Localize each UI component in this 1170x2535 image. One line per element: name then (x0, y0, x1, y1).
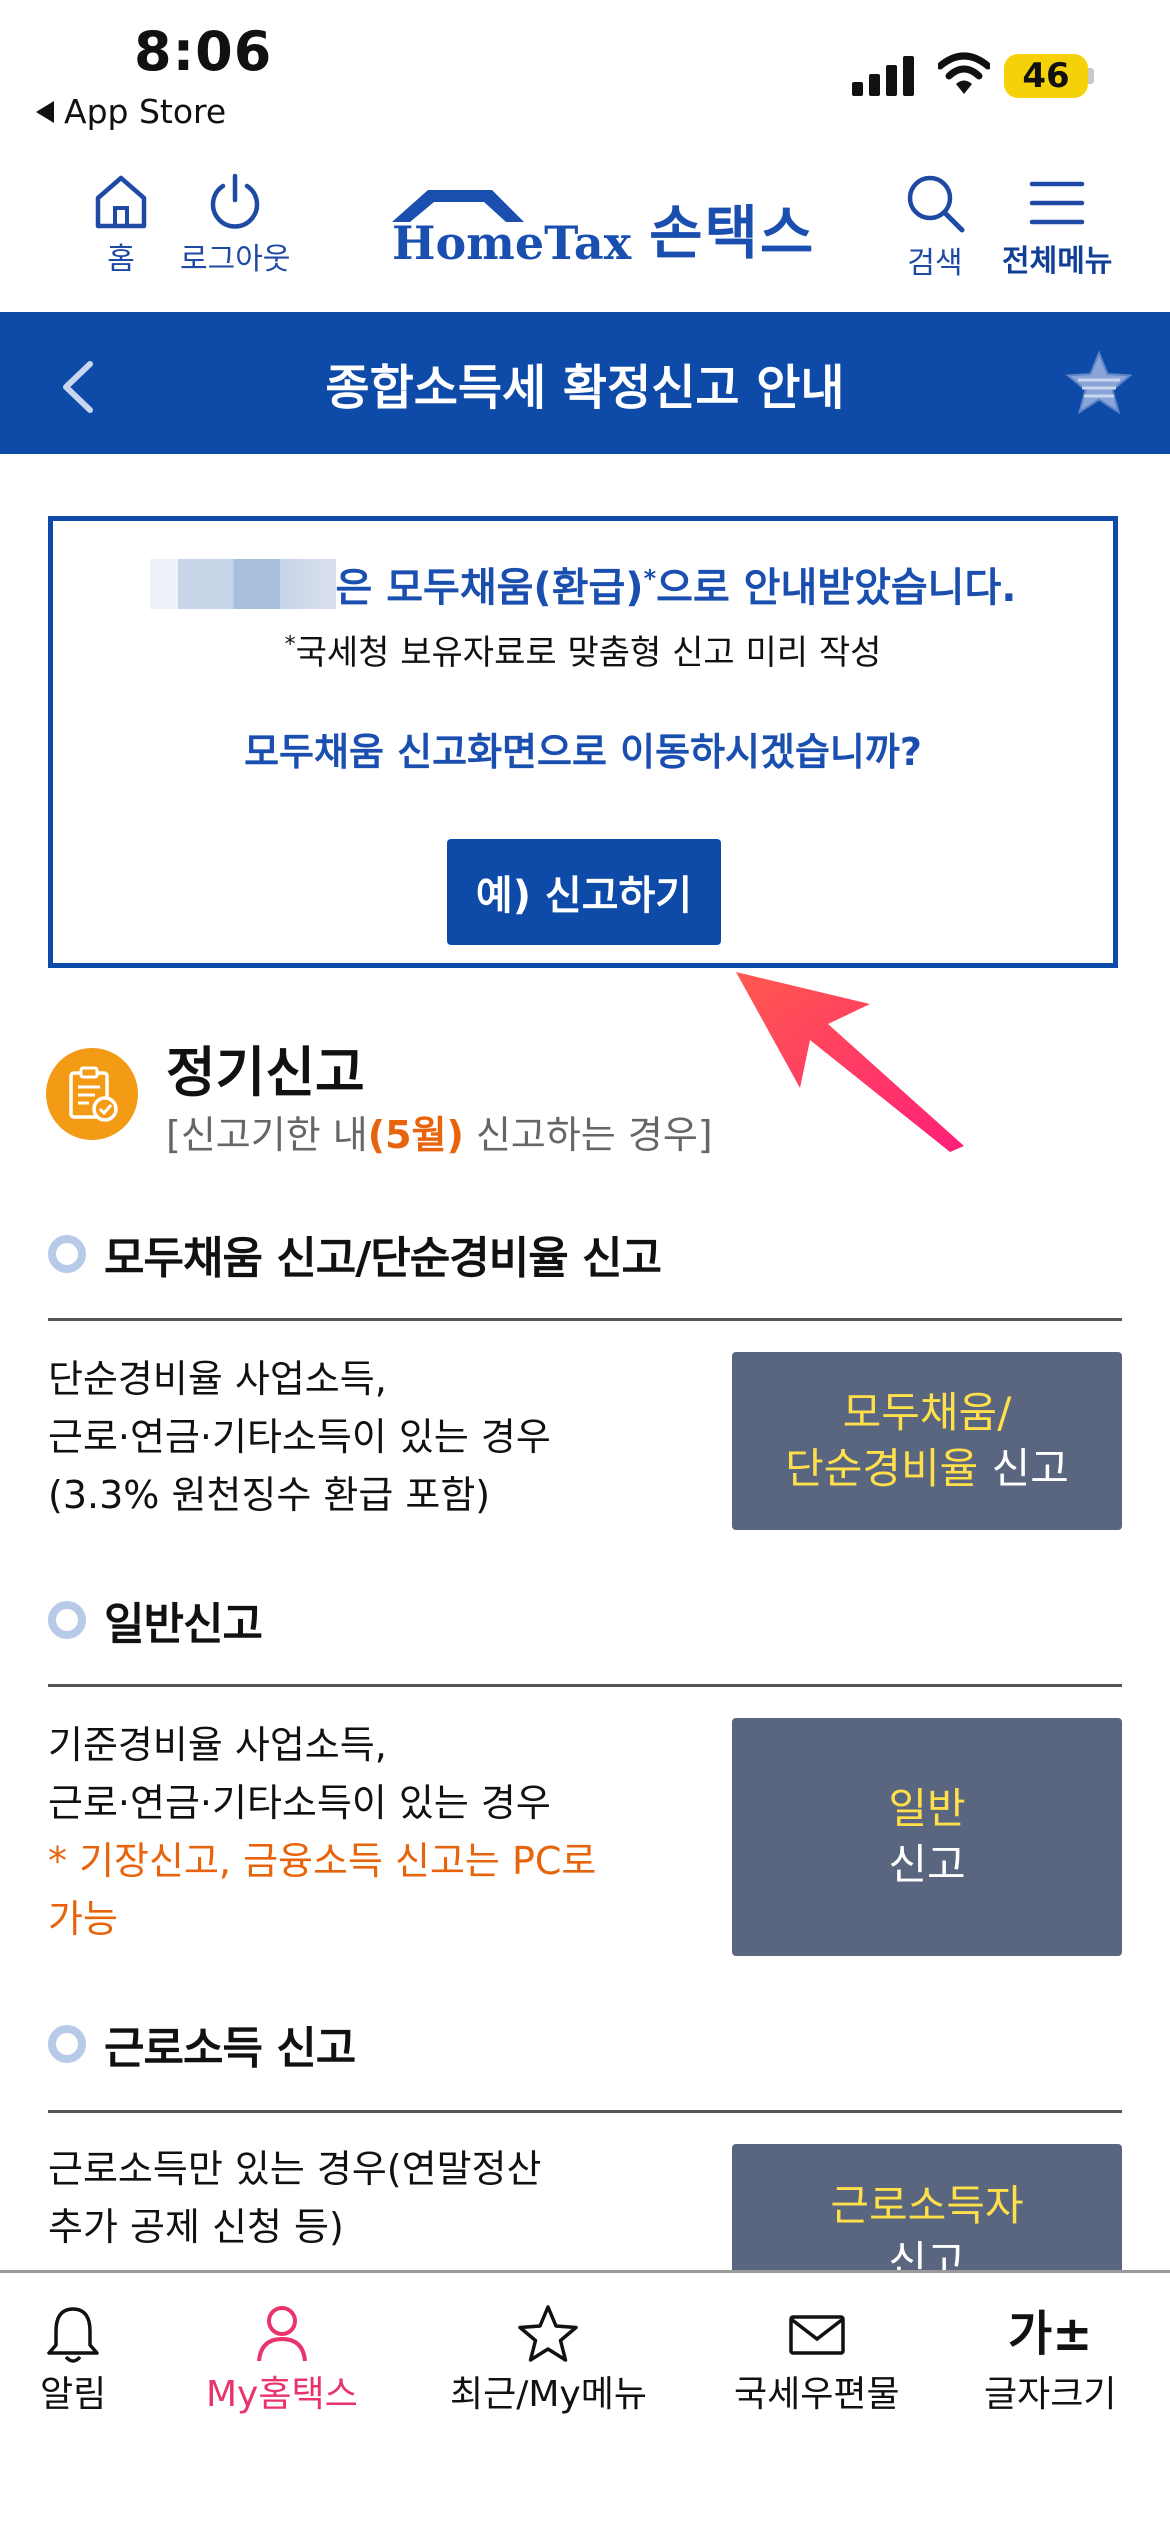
tab-my-hometax[interactable]: My홈택스 (206, 2303, 358, 2417)
section-divider (48, 1318, 1122, 1321)
person-icon (256, 2306, 307, 2362)
home-button[interactable]: 홈 (92, 172, 150, 278)
section-heading-earned-income: 근로소득 신고 (48, 2012, 356, 2076)
bullet-ring-icon (48, 1601, 86, 1639)
tab-notifications[interactable]: 알림 (40, 2303, 106, 2417)
section-desc-earned-income: 근로소득만 있는 경우(연말정산 추가 공제 신청 등) (48, 2147, 542, 2249)
bottom-tab-bar: 알림 My홈택스 최근/My메뉴 국세우편물 가± 글자크기 (0, 2270, 1170, 2535)
battery-indicator: 46 (1004, 54, 1088, 98)
prefilled-notice-box: 은 모두채움(환급)*으로 안내받았습니다. *국세청 보유자료로 맞춤형 신고… (48, 516, 1118, 968)
notice-line-1: 은 모두채움(환급)*으로 안내받았습니다. (53, 555, 1113, 613)
logo-korean: 손택스 (649, 199, 816, 267)
general-filing-button[interactable]: 일반 신고 (732, 1718, 1122, 1956)
section-desc-general: 기준경비율 사업소득, 근로·연금·기타소득이 있는 경우 * 기장신고, 금융… (48, 1723, 597, 1941)
hamburger-menu-icon (1029, 181, 1085, 225)
power-icon (211, 173, 260, 229)
section-desc-prefilled: 단순경비율 사업소득, 근로·연금·기타소득이 있는 경우 (3.3% 원천징수… (48, 1357, 551, 1517)
logo-roof-icon (392, 190, 524, 222)
tab-font-size[interactable]: 가± 글자크기 (984, 2303, 1116, 2417)
bell-icon (47, 2307, 99, 2363)
back-app-label: App Store (64, 92, 227, 131)
logout-button[interactable]: 로그아웃 (180, 172, 290, 278)
star-outline-icon (518, 2305, 579, 2362)
section-divider (48, 2110, 1122, 2113)
cellular-signal-icon (852, 56, 914, 96)
envelope-icon (789, 2315, 845, 2355)
back-to-app-link[interactable]: App Store (36, 92, 226, 131)
page-title-bar: 종합소득세 확정신고 안내 (0, 312, 1170, 454)
bullet-ring-icon (48, 1235, 86, 1273)
favorite-star-icon[interactable] (1064, 350, 1134, 416)
page-title: 종합소득세 확정신고 안내 (325, 360, 845, 416)
section-divider (48, 1684, 1122, 1687)
regular-filing-title: 정기신고 (166, 1041, 365, 1104)
notice-question: 모두채움 신고화면으로 이동하시겠습니까? (244, 730, 922, 774)
battery-level: 46 (1022, 56, 1070, 96)
home-icon (95, 175, 147, 229)
notice-line-2: *국세청 보유자료로 맞춤형 신고 미리 작성 (284, 632, 882, 673)
tab-recent-my-menu[interactable]: 최근/My메뉴 (450, 2303, 647, 2417)
all-menu-label: 전체메뉴 (1002, 244, 1113, 279)
redacted-name (149, 559, 336, 609)
status-time: 8:06 (134, 20, 273, 83)
font-size-icon: 가± (1008, 2306, 1093, 2362)
all-menu-button[interactable]: 전체메뉴 (1002, 174, 1112, 280)
logout-label: 로그아웃 (180, 242, 291, 277)
section-heading-general: 일반신고 (48, 1588, 263, 1652)
bullet-ring-icon (48, 2025, 86, 2063)
section-heading-prefilled: 모두채움 신고/단순경비율 신고 (48, 1222, 662, 1286)
search-icon (907, 175, 965, 233)
pointer-arrow-annotation (736, 972, 964, 1152)
tab-tax-mail[interactable]: 국세우편물 (734, 2303, 900, 2417)
back-triangle-icon (36, 100, 54, 123)
logo-english: HomeTax (392, 190, 631, 270)
home-label: 홈 (107, 242, 135, 277)
yes-file-button[interactable]: 예) 신고하기 (447, 839, 721, 945)
search-button[interactable]: 검색 (904, 172, 966, 282)
prefilled-filing-button[interactable]: 모두채움/ 단순경비율 신고 (732, 1352, 1122, 1530)
battery-tip (1088, 68, 1094, 84)
search-label: 검색 (907, 246, 963, 281)
back-chevron-icon[interactable] (58, 358, 98, 416)
hometax-logo[interactable]: HomeTax 손택스 (392, 186, 815, 270)
regular-filing-subtitle: [신고기한 내(5월) 신고하는 경우] (166, 1113, 713, 1157)
wifi-icon (938, 52, 990, 94)
clipboard-icon (46, 1048, 138, 1140)
